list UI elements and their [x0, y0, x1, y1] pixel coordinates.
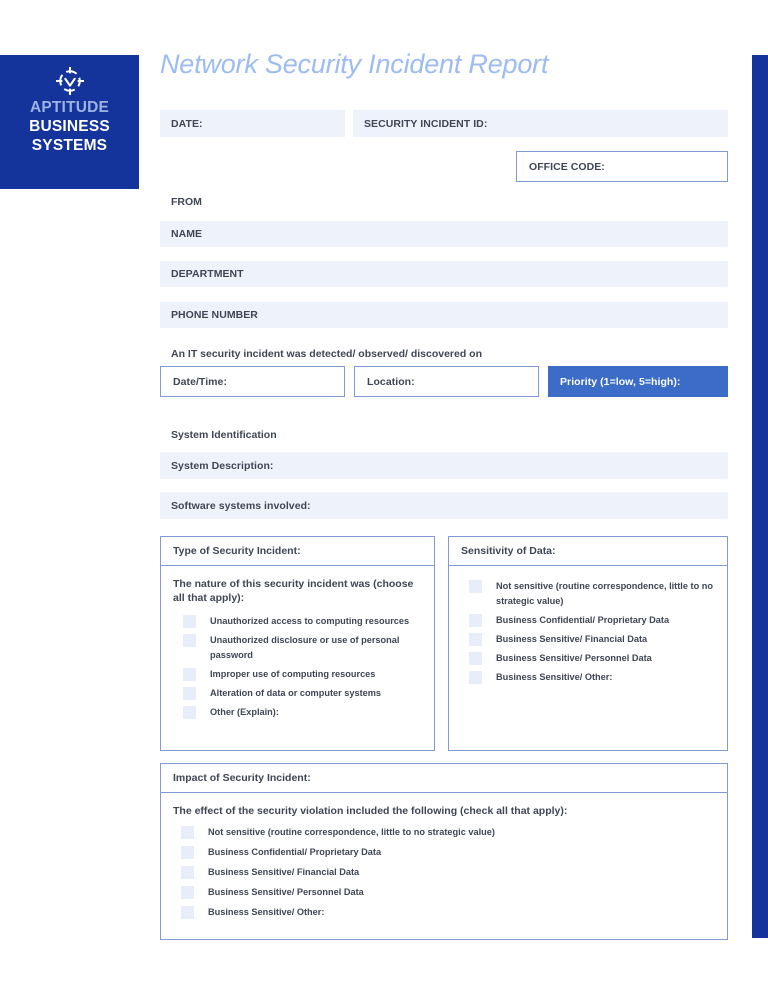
checkbox-icon[interactable] [469, 652, 482, 665]
impact-panel-intro: The effect of the security violation inc… [173, 805, 568, 817]
type-of-security-incident-panel: Type of Security Incident: The nature of… [160, 536, 435, 751]
checkbox-row[interactable]: Alteration of data or computer systems [173, 686, 424, 701]
checkbox-label: Not sensitive (routine correspondence, l… [496, 581, 713, 606]
checkbox-row[interactable]: Business Sensitive/ Financial Data [461, 632, 717, 647]
checkbox-icon[interactable] [181, 906, 194, 919]
brand-line-systems: SYSTEMS [31, 137, 108, 154]
priority-field[interactable]: Priority (1=low, 5=high): [548, 366, 728, 397]
checkbox-icon[interactable] [181, 866, 194, 879]
detection-note: An IT security incident was detected/ ob… [171, 348, 483, 360]
checkbox-label: Unauthorized disclosure or use of person… [210, 635, 400, 660]
checkbox-label: Unauthorized access to computing resourc… [210, 616, 410, 626]
system-description-field[interactable]: System Description: [160, 452, 728, 479]
security-incident-id-field[interactable]: SECURITY INCIDENT ID: [353, 110, 728, 137]
checkbox-icon[interactable] [469, 671, 482, 684]
brand-logo-block: APTITUDE BUSINESS SYSTEMS [0, 55, 139, 189]
checkbox-icon[interactable] [183, 706, 196, 719]
checkbox-row[interactable]: Business Sensitive/ Personnel Data [173, 885, 717, 900]
checkbox-row[interactable]: Not sensitive (routine correspondence, l… [461, 579, 717, 609]
checkbox-label: Business Sensitive/ Financial Data [496, 634, 648, 644]
type-panel-intro: The nature of this security incident was… [173, 578, 414, 604]
checkbox-row[interactable]: Other (Explain): [173, 705, 424, 720]
checkbox-row[interactable]: Business Sensitive/ Financial Data [173, 865, 717, 880]
checkbox-row[interactable]: Business Confidential/ Proprietary Data [173, 845, 717, 860]
brand-line-business: BUSINESS [29, 118, 110, 135]
checkbox-row[interactable]: Unauthorized access to computing resourc… [173, 614, 424, 629]
impact-panel-heading: Impact of Security Incident: [173, 772, 311, 784]
priority-label: Priority (1=low, 5=high): [560, 375, 681, 388]
checkbox-icon[interactable] [181, 826, 194, 839]
checkbox-icon[interactable] [183, 668, 196, 681]
impact-panel-header: Impact of Security Incident: [161, 764, 727, 793]
checkbox-icon[interactable] [469, 614, 482, 627]
right-edge-accent-bar [752, 55, 768, 938]
department-field[interactable]: DEPARTMENT [160, 261, 728, 287]
software-systems-label: Software systems involved: [171, 499, 311, 512]
location-field[interactable]: Location: [354, 366, 539, 397]
department-field-label: DEPARTMENT [171, 268, 244, 280]
from-heading: FROM [171, 196, 202, 208]
name-field-label: NAME [171, 228, 203, 240]
office-code-field[interactable]: OFFICE CODE: [516, 151, 728, 182]
checkbox-label: Not sensitive (routine correspondence, l… [208, 827, 495, 837]
type-panel-heading: Type of Security Incident: [173, 545, 301, 557]
impact-of-security-incident-panel: Impact of Security Incident: The effect … [160, 763, 728, 940]
checkbox-icon[interactable] [181, 886, 194, 899]
checkbox-row[interactable]: Unauthorized disclosure or use of person… [173, 633, 424, 663]
date-time-field[interactable]: Date/Time: [160, 366, 345, 397]
type-panel-body: The nature of this security incident was… [161, 566, 434, 732]
checkbox-icon[interactable] [469, 633, 482, 646]
type-panel-header: Type of Security Incident: [161, 537, 434, 566]
impact-panel-body: The effect of the security violation inc… [161, 793, 727, 933]
checkbox-row[interactable]: Improper use of computing resources [173, 667, 424, 682]
checkbox-label: Improper use of computing resources [210, 669, 376, 679]
date-field[interactable]: DATE: [160, 110, 345, 137]
checkbox-icon[interactable] [469, 580, 482, 593]
sensitivity-panel-heading: Sensitivity of Data: [461, 545, 556, 557]
brand-line-aptitude: APTITUDE [29, 99, 110, 116]
security-incident-id-label: SECURITY INCIDENT ID: [364, 117, 488, 130]
system-identification-heading: System Identification [171, 429, 277, 441]
date-field-label: DATE: [171, 117, 203, 130]
phone-number-field[interactable]: PHONE NUMBER [160, 302, 728, 328]
checkbox-label: Business Confidential/ Proprietary Data [496, 615, 670, 625]
checkbox-icon[interactable] [183, 634, 196, 647]
checkbox-row[interactable]: Business Sensitive/ Other: [461, 670, 717, 685]
checkbox-label: Business Sensitive/ Other: [208, 907, 325, 917]
software-systems-field[interactable]: Software systems involved: [160, 492, 728, 519]
checkbox-label: Alteration of data or computer systems [210, 688, 382, 698]
checkbox-label: Business Confidential/ Proprietary Data [208, 847, 382, 857]
checkbox-row[interactable]: Business Confidential/ Proprietary Data [461, 613, 717, 628]
page-title: Network Security Incident Report [160, 49, 549, 79]
checkbox-icon[interactable] [181, 846, 194, 859]
sensitivity-of-data-panel: Sensitivity of Data: Not sensitive (rout… [448, 536, 728, 751]
name-field[interactable]: NAME [160, 221, 728, 247]
location-label: Location: [367, 375, 415, 388]
checkbox-row[interactable]: Business Sensitive/ Personnel Data [461, 651, 717, 666]
crosshair-target-icon [53, 64, 87, 98]
sensitivity-panel-header: Sensitivity of Data: [449, 537, 727, 566]
system-description-label: System Description: [171, 459, 274, 472]
checkbox-icon[interactable] [183, 687, 196, 700]
date-time-label: Date/Time: [173, 375, 227, 388]
checkbox-label: Business Sensitive/ Personnel Data [208, 887, 364, 897]
phone-number-field-label: PHONE NUMBER [171, 309, 258, 321]
checkbox-label: Business Sensitive/ Financial Data [208, 867, 360, 877]
checkbox-label: Other (Explain): [210, 707, 279, 717]
checkbox-icon[interactable] [183, 615, 196, 628]
checkbox-label: Business Sensitive/ Personnel Data [496, 653, 652, 663]
checkbox-row[interactable]: Not sensitive (routine correspondence, l… [173, 825, 717, 840]
office-code-label: OFFICE CODE: [529, 160, 605, 173]
checkbox-label: Business Sensitive/ Other: [496, 672, 613, 682]
checkbox-row[interactable]: Business Sensitive/ Other: [173, 905, 717, 920]
sensitivity-panel-body: Not sensitive (routine correspondence, l… [449, 566, 727, 697]
